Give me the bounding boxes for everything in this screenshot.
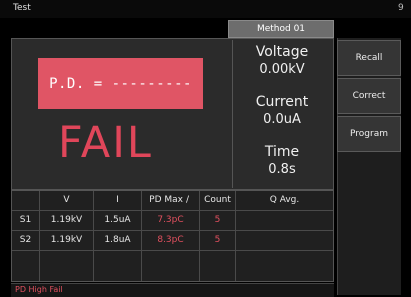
title-bar (0, 0, 411, 18)
table-row-label: S1 (12, 211, 40, 231)
correct-button[interactable]: Correct (337, 78, 401, 114)
table-cell: 1.8uA (94, 231, 142, 251)
table-empty-cell (200, 251, 236, 281)
current-value: 0.0uA (263, 112, 301, 127)
table-header-cell: / (186, 191, 200, 211)
recall-button[interactable]: Recall (337, 40, 401, 76)
table-cell: 5 (200, 231, 236, 251)
voltage-value: 0.00kV (259, 62, 305, 77)
table-empty-cell (94, 251, 142, 281)
status-message: PD High Fail (15, 285, 63, 294)
table-header-cell: Count (200, 191, 236, 211)
softkey-panel (337, 38, 401, 295)
time-label: Time (264, 144, 300, 160)
table-cell: 7.3pC (142, 211, 200, 231)
table-header-cell: Q Avg. (236, 191, 333, 211)
time-value: 0.8s (268, 162, 296, 177)
current-label: Current (255, 94, 309, 110)
table-cell (236, 211, 333, 231)
table-cell: 1.5uA (94, 211, 142, 231)
table-header-cell: V (40, 191, 94, 211)
table-empty-cell (40, 251, 94, 281)
voltage-label: Voltage (255, 44, 309, 60)
pd-value-display: P.D. = --------- (38, 58, 203, 109)
table-cell (236, 231, 333, 251)
table-empty-cell (12, 251, 40, 281)
table-cell: 1.19kV (40, 231, 94, 251)
table-header-cell: PD Max (142, 191, 186, 211)
table-header-cell: I (94, 191, 142, 211)
table-empty-cell (142, 251, 200, 281)
program-button[interactable]: Program (337, 116, 401, 152)
corner-indicator: 9 (398, 3, 404, 13)
table-row-label: S2 (12, 231, 40, 251)
test-result-label: FAIL (58, 118, 153, 168)
table-cell: 5 (200, 211, 236, 231)
results-table: V I PD Max / Count Q Avg. S1 1.19kV 1.5u… (11, 190, 334, 282)
table-cell: 1.19kV (40, 211, 94, 231)
method-tab[interactable]: Method 01 (228, 20, 334, 38)
table-header-cell (12, 191, 40, 211)
table-cell: 8.3pC (142, 231, 200, 251)
window-title: Test (13, 3, 31, 13)
